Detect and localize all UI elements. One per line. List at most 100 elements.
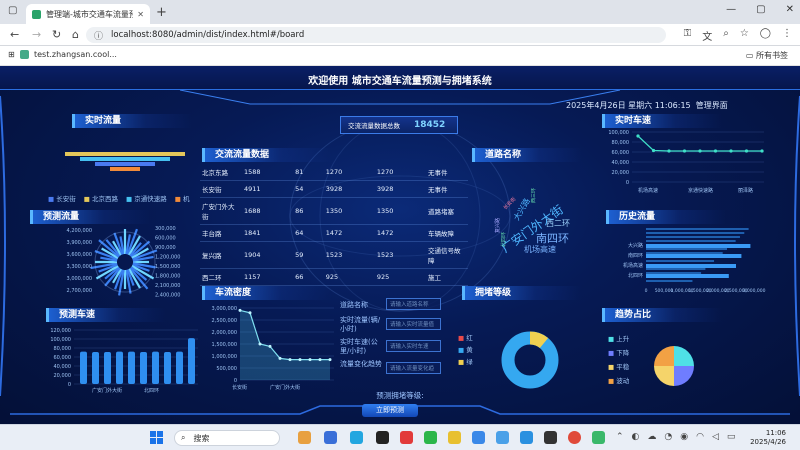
pie-slice[interactable] xyxy=(674,346,694,366)
legend-item[interactable]: ■ 红 xyxy=(458,332,473,344)
bar xyxy=(646,274,729,278)
key-icon[interactable]: ⚿ xyxy=(684,28,692,43)
bar xyxy=(140,352,147,384)
tray-icon[interactable]: ☁ xyxy=(647,432,656,442)
stripe-bar xyxy=(646,272,702,274)
terminal-icon[interactable] xyxy=(544,431,557,444)
pie-slice[interactable] xyxy=(654,366,674,386)
legend-item[interactable]: ■ 长安街 xyxy=(48,193,76,203)
back-icon[interactable]: ← xyxy=(10,28,19,41)
road-input[interactable]: 请输入道路名称 xyxy=(386,298,441,310)
table-cell: 1904 xyxy=(242,241,294,269)
reload-icon[interactable]: ↻ xyxy=(52,28,61,41)
chrome-icon[interactable] xyxy=(568,431,581,444)
donut-slice[interactable] xyxy=(529,331,549,349)
legend-item[interactable]: ■ 黄 xyxy=(458,344,473,356)
zoom-icon[interactable]: ⌕ xyxy=(723,28,729,43)
tray-icon[interactable]: ◉ xyxy=(680,432,688,442)
density-title: 车流密度 xyxy=(202,286,332,300)
new-tab-button[interactable]: + xyxy=(156,5,167,20)
tray-icon[interactable]: ◔ xyxy=(664,432,672,442)
url-field[interactable]: ⓘ localhost:8080/admin/dist/index.html#/… xyxy=(86,27,666,43)
table-cell: 无事件 xyxy=(426,164,468,181)
table-row[interactable]: 广安门外大街 1688 86 1350 1350 道路堵塞 xyxy=(200,197,468,225)
speaker-icon[interactable]: ◁ xyxy=(712,432,719,442)
legend-item[interactable]: ■ 上升 xyxy=(608,332,629,346)
star-icon[interactable]: ☆ xyxy=(740,28,749,43)
road-label: 道路名称 xyxy=(340,301,368,309)
pie-slice[interactable] xyxy=(674,366,694,386)
edge-icon[interactable] xyxy=(350,431,363,444)
predict-button[interactable]: 立即预测 xyxy=(362,404,418,417)
bookmark-item[interactable]: test.zhangsan.cool... xyxy=(20,50,117,59)
app-icon[interactable] xyxy=(472,431,485,444)
chevron-up-icon[interactable]: ⌃ xyxy=(616,432,624,442)
word[interactable]: 复兴路 xyxy=(494,218,501,233)
data-point xyxy=(651,148,656,153)
site-info-icon[interactable]: ⓘ xyxy=(94,29,103,42)
word[interactable]: 西二环 xyxy=(546,218,570,229)
home-icon[interactable]: ⌂ xyxy=(72,28,79,41)
system-tray: ⌃ ◐ ☁ ◔ ◉ ◠ ◁ ▭ xyxy=(616,432,735,442)
profile-icon[interactable]: ◯ xyxy=(760,28,771,43)
legend-item[interactable]: ■ 机 xyxy=(175,193,190,203)
table-row[interactable]: 丰台路 1841 64 1472 1472 车辆故障 xyxy=(200,224,468,242)
minimize-icon[interactable]: — xyxy=(726,4,736,15)
table-cell: 59 xyxy=(293,241,324,269)
table-row[interactable]: 北京东路 1588 81 1270 1270 无事件 xyxy=(200,164,468,181)
legend-item[interactable]: ■ 京通快速路 xyxy=(126,193,167,203)
wifi-icon[interactable]: ◠ xyxy=(696,432,704,442)
legend-item[interactable]: ■ 绿 xyxy=(458,356,473,368)
app-icon[interactable] xyxy=(520,431,533,444)
data-point xyxy=(298,358,302,362)
speed-input[interactable]: 请输入实时车速 xyxy=(386,340,441,352)
wechat-icon[interactable] xyxy=(424,431,437,444)
translate-icon[interactable]: 文 xyxy=(702,28,712,43)
predict-flow-title: 预测流量 xyxy=(30,210,150,224)
tray-icon[interactable]: ◐ xyxy=(632,432,640,442)
app-icon[interactable] xyxy=(496,431,509,444)
polar-label: 3,000,000 xyxy=(67,276,92,282)
folder-icon[interactable] xyxy=(448,431,461,444)
total-count-box: 交流流量数据总数 18452 xyxy=(340,116,458,134)
menu-icon[interactable]: ⋮ xyxy=(782,28,792,43)
word[interactable]: 机场高速 xyxy=(524,244,556,255)
taskbar-search[interactable]: ⌕ 搜索 xyxy=(174,430,280,446)
start-icon[interactable] xyxy=(150,431,163,444)
word[interactable]: 西三环 xyxy=(530,188,537,203)
table-row[interactable]: 西二环 1157 66 925 925 施工 xyxy=(200,268,468,286)
trend-input[interactable]: 请输入流量变化趋 xyxy=(386,362,441,374)
maximize-icon[interactable]: ▢ xyxy=(756,4,765,15)
flow-input[interactable]: 请输入实时流量值 xyxy=(386,318,441,330)
legend-item[interactable]: ■ 北京西路 xyxy=(84,193,118,203)
taskbar: ⌕ 搜索 ⌃ ◐ ☁ ◔ ◉ ◠ ◁ ▭ 11:06 2025/4/26 xyxy=(0,424,800,450)
qq-icon[interactable] xyxy=(376,431,389,444)
app-icon[interactable] xyxy=(324,431,337,444)
close-tab-icon[interactable]: ✕ xyxy=(137,10,144,19)
app-icon[interactable] xyxy=(298,431,311,444)
donut-slice[interactable] xyxy=(501,331,559,389)
tab-list-icon[interactable]: ▢ xyxy=(8,5,17,16)
apps-icon[interactable]: ⊞ xyxy=(8,50,15,59)
forward-icon[interactable]: → xyxy=(32,28,41,41)
legend-item[interactable]: ■ 下降 xyxy=(608,346,629,360)
legend-item[interactable]: ■ 平稳 xyxy=(608,360,629,374)
app-icon[interactable] xyxy=(400,431,413,444)
table-row[interactable]: 长安街 4911 54 3928 3928 无事件 xyxy=(200,180,468,198)
browser-tab[interactable]: 管理端-城市交通车流量预测与 ✕ xyxy=(26,4,150,24)
clock[interactable]: 11:06 2025/4/26 xyxy=(750,429,786,447)
battery-icon[interactable]: ▭ xyxy=(727,432,736,442)
all-bookmarks[interactable]: ▭ 所有书签 xyxy=(746,50,788,61)
legend-item[interactable]: ■ 波动 xyxy=(608,374,629,388)
pie-slice[interactable] xyxy=(654,346,674,366)
y-tick-label: 南四环 xyxy=(628,252,643,259)
admin-link[interactable]: 管理界面 xyxy=(696,101,728,110)
table-cell: 925 xyxy=(374,268,426,286)
app-icon[interactable] xyxy=(592,431,605,444)
y-tick-label: 40,000 xyxy=(54,364,72,370)
close-window-icon[interactable]: ✕ xyxy=(786,4,794,15)
word[interactable]: 北四环 xyxy=(500,232,507,247)
realtime-flow-legend: ■ 长安街 ■ 北京西路 ■ 京通快速路 ■ 机 xyxy=(48,193,189,203)
table-row[interactable]: 复兴路 1904 59 1523 1523 交通信号故障 xyxy=(200,241,468,269)
y-tick-label: 40,000 xyxy=(612,160,630,166)
